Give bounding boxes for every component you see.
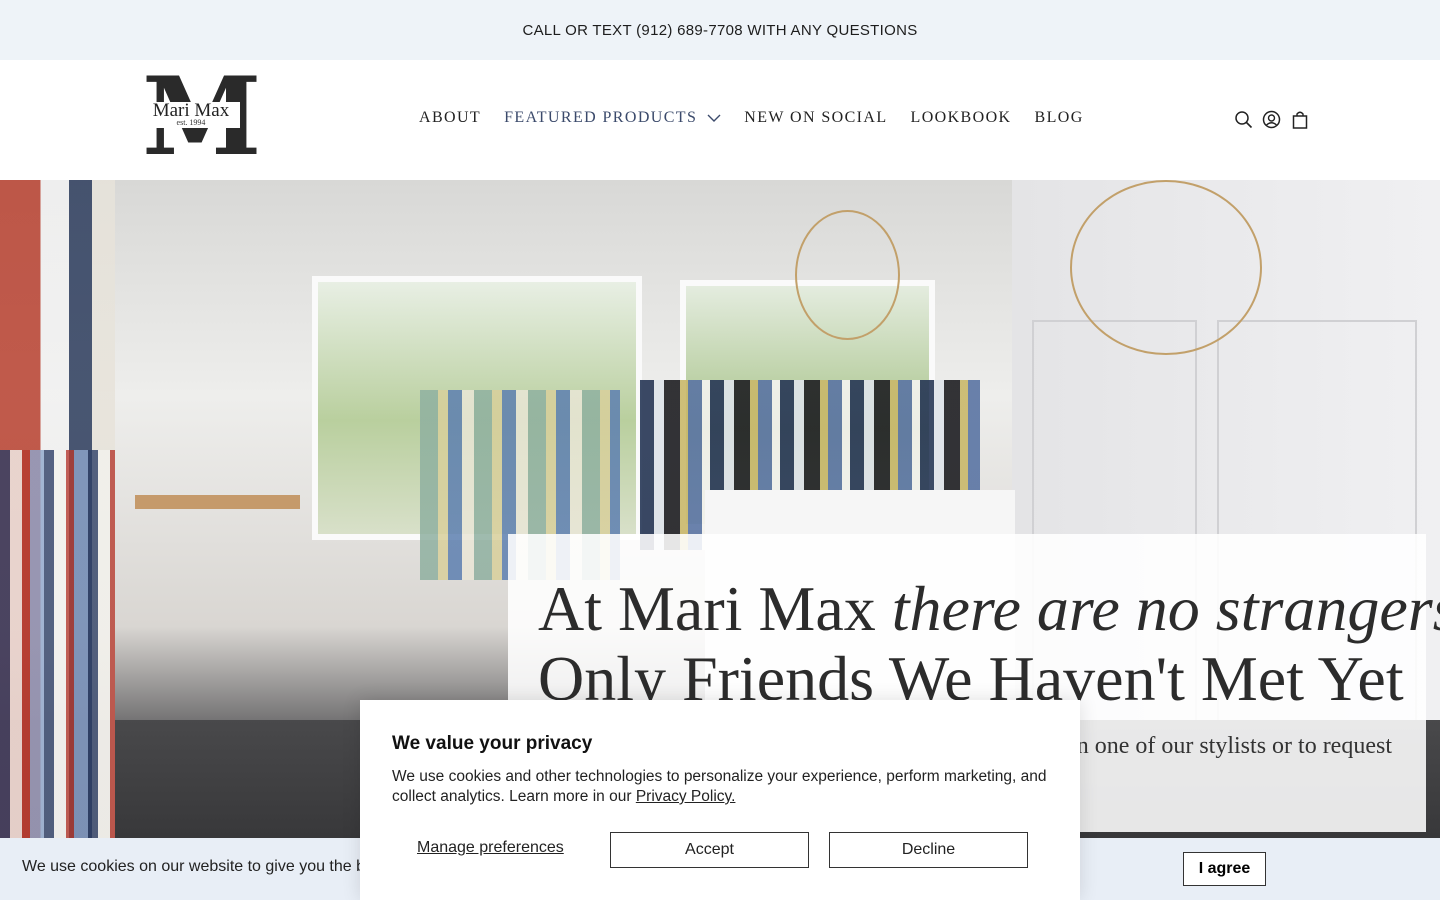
hero-heading-plain: At Mari Max xyxy=(538,573,892,644)
site-header: M Mari Max est. 1994 ABOUT FEATURED PROD… xyxy=(0,60,1440,180)
i-agree-button[interactable]: I agree xyxy=(1183,852,1266,886)
hero-subtext: n one of our stylists or to request xyxy=(1077,729,1392,763)
hero-subtext-visible: n one of our stylists or to request xyxy=(1076,733,1392,759)
nav-blog[interactable]: BLOG xyxy=(1035,109,1084,127)
hero-heading-italic: there are no strangers xyxy=(891,573,1440,644)
accept-button[interactable]: Accept xyxy=(610,832,809,868)
cart-icon[interactable] xyxy=(1290,109,1309,129)
logo-band: Mari Max est. 1994 xyxy=(142,100,240,128)
hero-photo-rack-left-lower xyxy=(0,450,115,870)
header-icons xyxy=(1234,109,1309,129)
cookie-notice-text: We use cookies on our website to give yo… xyxy=(22,858,366,875)
hero-photo-chandelier xyxy=(795,210,900,340)
decline-button[interactable]: Decline xyxy=(829,832,1028,868)
nav-about[interactable]: ABOUT xyxy=(419,109,481,127)
search-icon[interactable] xyxy=(1234,109,1253,129)
manage-preferences-link[interactable]: Manage preferences xyxy=(417,839,564,857)
privacy-modal-body: We use cookies and other technologies to… xyxy=(392,767,1052,807)
announcement-text: CALL OR TEXT (912) 689-7708 WITH ANY QUE… xyxy=(522,21,918,39)
hero-photo-chandelier-large xyxy=(1070,180,1262,355)
privacy-policy-link[interactable]: Privacy Policy. xyxy=(636,788,736,805)
nav-featured-products[interactable]: FEATURED PRODUCTS xyxy=(504,109,721,127)
main-nav: ABOUT FEATURED PRODUCTS NEW ON SOCIAL LO… xyxy=(419,109,1107,127)
chevron-down-icon xyxy=(707,111,721,125)
privacy-modal: We value your privacy We use cookies and… xyxy=(360,700,1080,900)
logo-brand-name: Mari Max xyxy=(152,100,230,121)
nav-new-on-social[interactable]: NEW ON SOCIAL xyxy=(744,109,887,127)
nav-lookbook[interactable]: LOOKBOOK xyxy=(911,109,1012,127)
announcement-bar: CALL OR TEXT (912) 689-7708 WITH ANY QUE… xyxy=(0,0,1440,60)
nav-featured-products-label: FEATURED PRODUCTS xyxy=(504,109,698,126)
account-icon[interactable] xyxy=(1262,109,1281,129)
privacy-modal-title: We value your privacy xyxy=(392,733,593,754)
hero-photo-table xyxy=(135,495,300,715)
logo[interactable]: M Mari Max est. 1994 xyxy=(142,63,262,171)
hero-heading-line1: At Mari Max there are no strangers xyxy=(538,574,1440,644)
